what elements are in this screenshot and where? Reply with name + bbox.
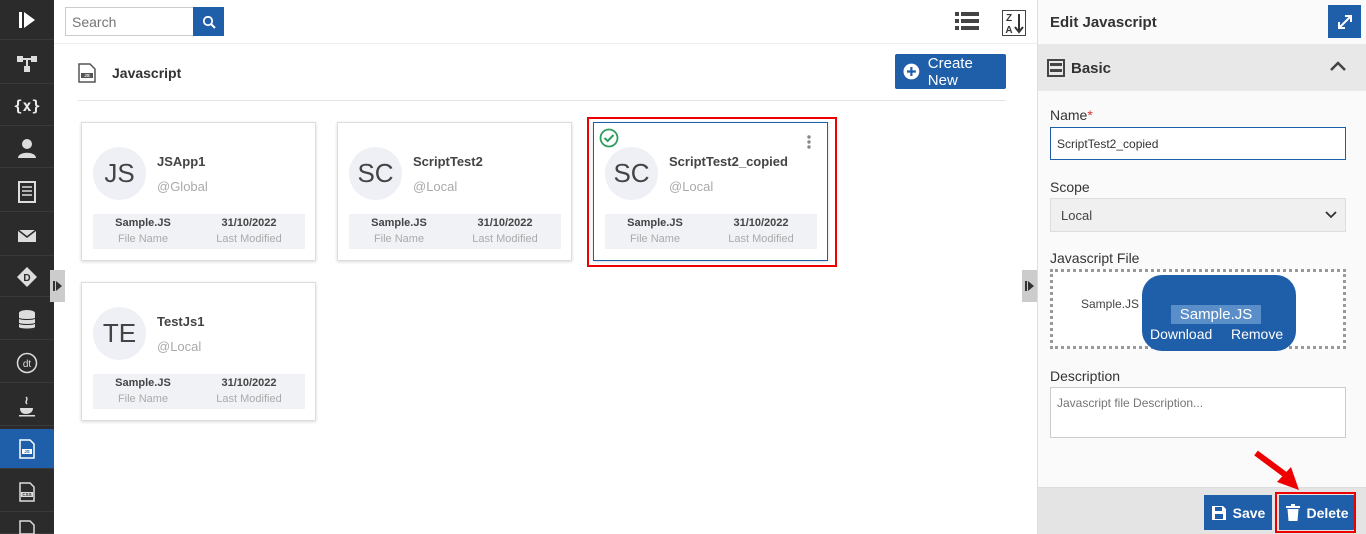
mail-icon[interactable] (0, 216, 54, 256)
javascript-file-label: Javascript File (1050, 250, 1140, 266)
list-view-button[interactable] (954, 10, 980, 36)
file-name-value: Sample.JS (115, 217, 171, 229)
create-new-button[interactable]: Create New (895, 54, 1006, 89)
database-icon[interactable] (0, 300, 54, 340)
logo-icon[interactable] (0, 0, 54, 40)
file-dropzone[interactable]: Sample.JS Sample.JS Download Remove (1050, 269, 1346, 351)
card-footer: Sample.JS File Name 31/10/2022 Last Modifi… (349, 214, 561, 249)
script-card[interactable]: TE TestJs1 @Local Sample.JS File Name 31/… (81, 282, 316, 421)
svg-text:CSS: CSS (22, 492, 31, 497)
card-scope: @Global (157, 179, 208, 194)
svg-text:JS: JS (84, 73, 90, 78)
avatar: JS (93, 147, 146, 200)
name-label: Name* (1050, 107, 1093, 123)
form-icon (1047, 59, 1065, 77)
expand-button[interactable] (1328, 5, 1361, 38)
file-name-label: File Name (117, 233, 169, 245)
collapse-icon (53, 281, 62, 291)
file-name-value: Sample.JS (115, 377, 171, 389)
list-view-icon (955, 12, 979, 30)
chevron-up-icon[interactable] (1330, 61, 1346, 71)
remove-link[interactable]: Remove (1231, 326, 1283, 342)
script-card[interactable]: SC ScriptTest2 @Local Sample.JS File Name… (337, 122, 572, 261)
search-button[interactable] (193, 7, 224, 36)
description-label: Description (1050, 368, 1121, 384)
card-name: JSApp1 (157, 154, 206, 169)
card-name: TestJs1 (157, 314, 205, 329)
edit-panel: Edit Javascript Basic Name* Scope Local … (1037, 0, 1366, 534)
main-content: ZA JS Javascript Create New JS JSApp1 @G… (54, 0, 1037, 534)
last-modified-label: Last Modified (472, 233, 538, 245)
section-title: Basic (1071, 60, 1112, 77)
file-popup-name: Sample.JS (1171, 305, 1261, 324)
css-icon[interactable]: CSS (0, 472, 54, 512)
toolbar: ZA (54, 0, 1037, 44)
file-name-label: File Name (373, 233, 425, 245)
file-name-label: File Name (117, 393, 169, 405)
chevron-down-icon (1325, 211, 1337, 219)
svg-text:JS: JS (24, 449, 30, 454)
svg-text:D: D (23, 273, 30, 284)
user-icon[interactable] (0, 128, 54, 168)
delete-highlight (1275, 492, 1356, 533)
selection-highlight (587, 117, 837, 267)
save-icon (1211, 505, 1226, 520)
collapse-icon (1025, 281, 1034, 291)
pointer-arrow-icon (1254, 450, 1299, 490)
save-button[interactable]: Save (1204, 495, 1272, 530)
decision-icon[interactable]: D (0, 257, 54, 297)
javascript-file-icon: JS (78, 63, 96, 83)
card-scope: @Local (157, 339, 202, 354)
sort-button[interactable]: ZA (1002, 10, 1028, 36)
last-modified-value: 31/10/2022 (477, 217, 533, 229)
javascript-icon[interactable]: JS (0, 429, 54, 469)
scope-value: Local (1061, 207, 1093, 223)
sort-za-icon: ZA (1002, 10, 1026, 36)
scope-label: Scope (1050, 179, 1090, 195)
last-modified-label: Last Modified (216, 233, 282, 245)
save-label: Save (1232, 504, 1266, 521)
collapse-panel-tab[interactable] (1022, 270, 1037, 302)
uploaded-file-name: Sample.JS (1081, 297, 1140, 311)
avatar: SC (349, 147, 402, 200)
last-modified-value: 31/10/2022 (221, 377, 277, 389)
card-footer: Sample.JS File Name 31/10/2022 Last Modifi… (93, 374, 305, 409)
svg-text:dt: dt (23, 359, 32, 370)
avatar: TE (93, 307, 146, 360)
name-input[interactable] (1050, 127, 1346, 160)
plus-circle-icon (903, 63, 920, 80)
page-title: Javascript (112, 65, 182, 81)
download-link[interactable]: Download (1150, 326, 1212, 342)
last-modified-label: Last Modified (216, 393, 282, 405)
card-footer: Sample.JS File Name 31/10/2022 Last Modifi… (93, 214, 305, 249)
scope-select[interactable]: Local (1050, 198, 1346, 232)
create-new-label: Create New (927, 54, 973, 89)
script-card[interactable]: JS JSApp1 @Global Sample.JS File Name 31/… (81, 122, 316, 261)
search-icon (202, 15, 216, 29)
page-header: JS Javascript Create New (78, 53, 1006, 101)
file-icon[interactable] (0, 514, 54, 534)
svg-text:Z: Z (1006, 13, 1012, 24)
card-scope: @Local (413, 179, 458, 194)
required-mark: * (1087, 107, 1093, 123)
search-input[interactable] (65, 7, 193, 36)
description-textarea[interactable] (1050, 387, 1346, 438)
panel-title: Edit Javascript (1050, 14, 1157, 31)
document-icon[interactable] (0, 172, 54, 212)
expand-icon (1337, 14, 1352, 29)
svg-text:A: A (1005, 25, 1012, 36)
java-icon[interactable] (0, 386, 54, 426)
basic-section-header[interactable]: Basic (1038, 44, 1366, 91)
last-modified-value: 31/10/2022 (221, 217, 277, 229)
file-name-value: Sample.JS (371, 217, 427, 229)
card-name: ScriptTest2 (413, 154, 483, 169)
variables-icon[interactable]: {x} (0, 86, 54, 126)
file-actions-popup: Sample.JS Download Remove (1142, 275, 1296, 351)
flow-icon[interactable] (0, 44, 54, 84)
datatable-icon[interactable]: dt (0, 343, 54, 383)
left-nav-bar: {x} D dt JS CSS (0, 0, 54, 534)
collapse-left-tab[interactable] (50, 270, 65, 302)
